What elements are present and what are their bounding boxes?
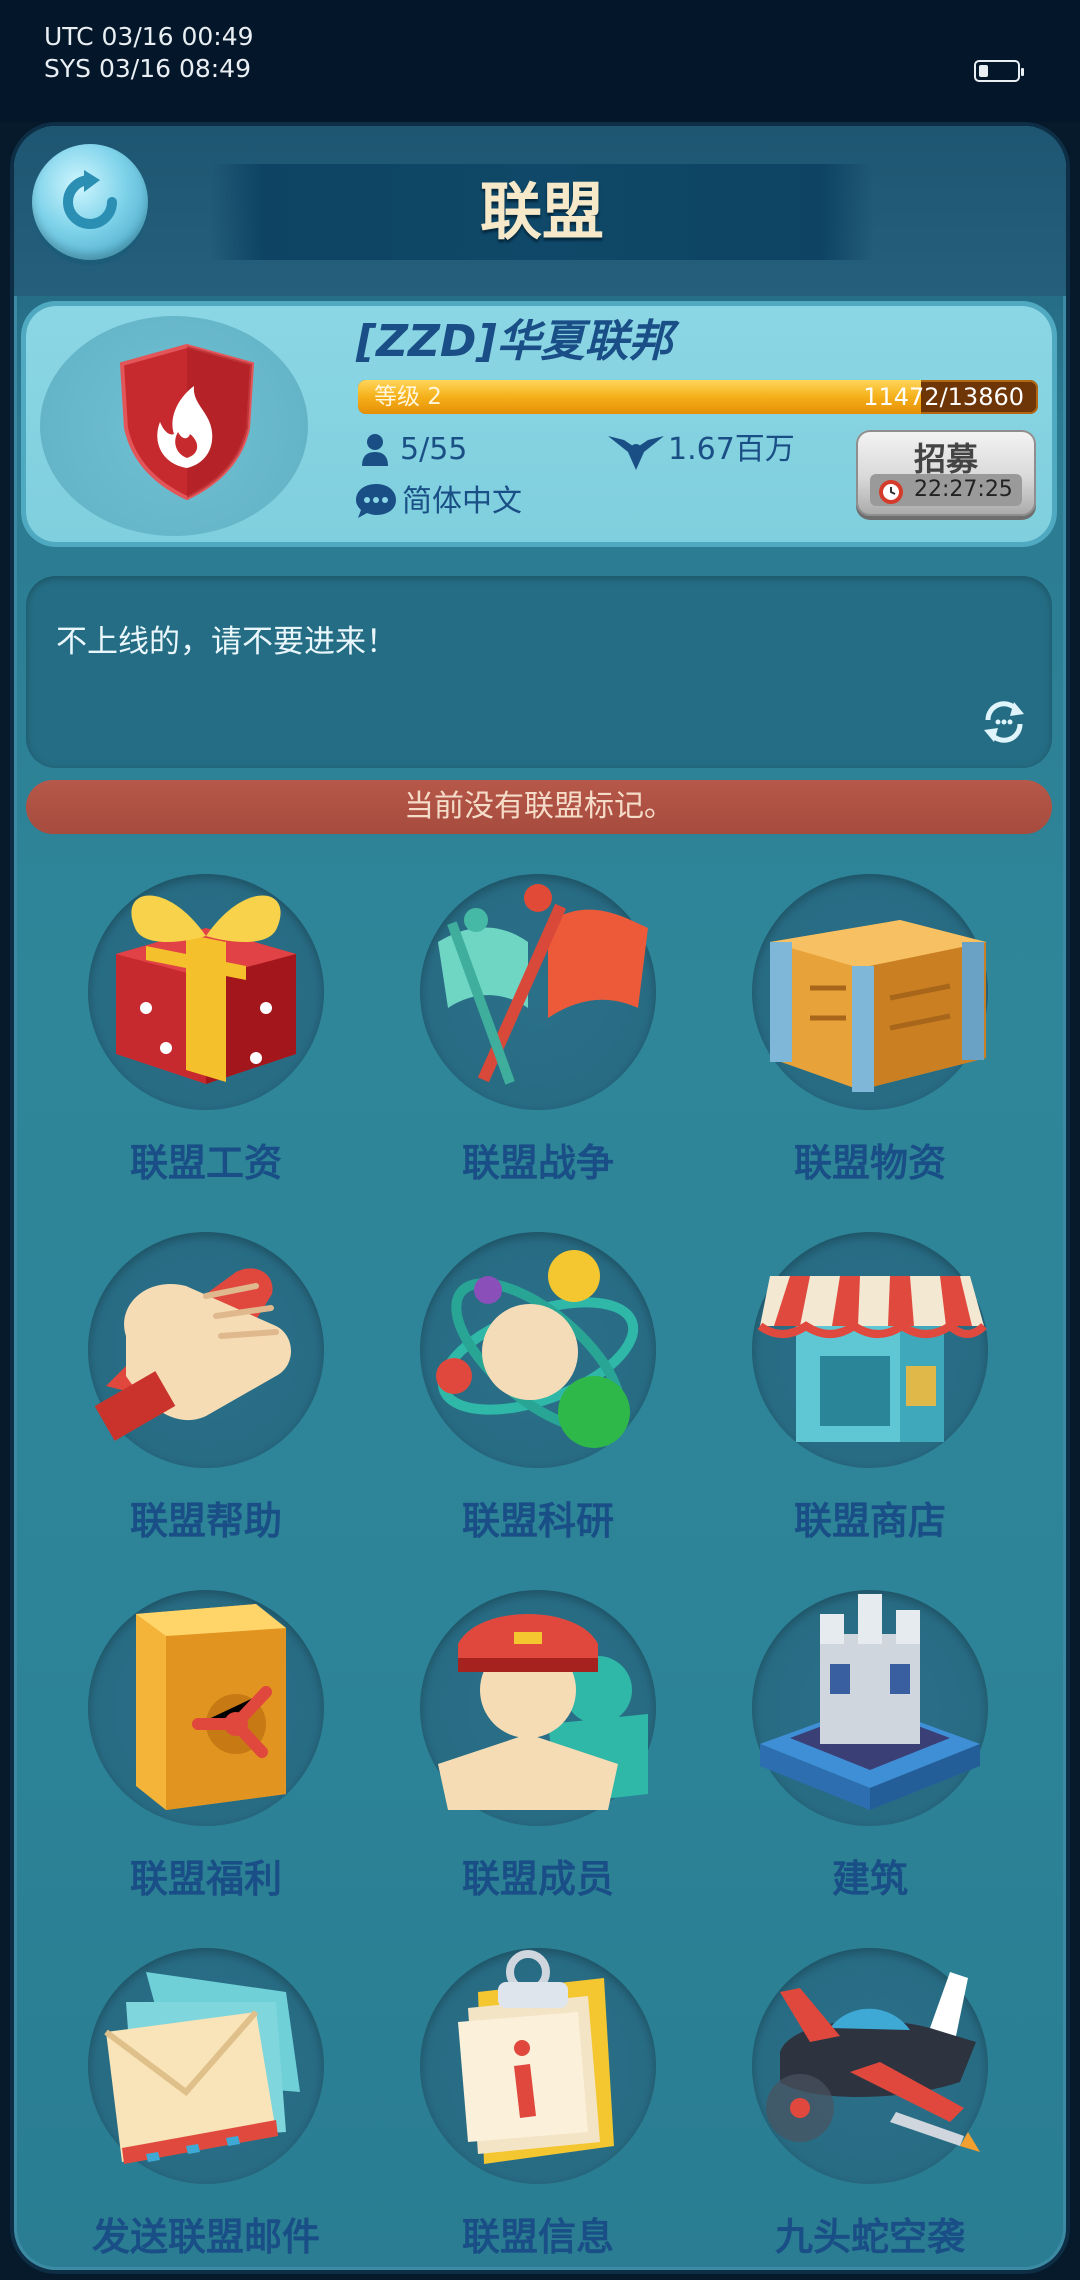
- flame-shield-icon: [119, 343, 255, 501]
- alarm-clock-icon: [879, 480, 903, 504]
- members-icon: [438, 1614, 648, 1810]
- alliance-tag: [ZZD]: [356, 316, 497, 367]
- sys-clock: SYS 03/16 08:49: [44, 54, 251, 83]
- menu-alliance-supplies[interactable]: 联盟物资: [720, 870, 1020, 1200]
- alliance-power: 1.67百万: [668, 432, 795, 467]
- menu-label: 联盟战争: [461, 1141, 614, 1185]
- menu-send-alliance-mail[interactable]: 发送联盟邮件: [56, 1944, 356, 2270]
- mail-icon: [104, 1972, 300, 2164]
- recruit-timer: 22:27:25: [914, 477, 1013, 502]
- menu-label: 发送联盟邮件: [91, 2215, 320, 2259]
- menu-alliance-salary[interactable]: 联盟工资: [56, 870, 356, 1200]
- recruit-button[interactable]: 招募 22:27:25: [856, 430, 1036, 516]
- menu-alliance-help[interactable]: 联盟帮助: [56, 1228, 356, 1558]
- safe-icon: [136, 1604, 286, 1810]
- menu-alliance-welfare[interactable]: 联盟福利: [56, 1586, 356, 1916]
- menu-label: 联盟信息: [461, 2215, 614, 2259]
- handshake-icon: [94, 1268, 291, 1441]
- menu-label: 建筑: [831, 1857, 908, 1901]
- person-icon: [362, 434, 388, 466]
- alliance-info-card: [ZZD]华夏联邦 等级 2 11472/13860 5/55 1.67百万 简…: [26, 306, 1052, 542]
- menu-label: 联盟商店: [793, 1499, 946, 1543]
- menu-alliance-research[interactable]: 联盟科研: [388, 1228, 688, 1558]
- menu-label: 联盟帮助: [129, 1499, 282, 1543]
- menu-label: 联盟福利: [129, 1857, 282, 1901]
- translate-refresh-icon[interactable]: [978, 698, 1030, 746]
- menu-alliance-shop[interactable]: 联盟商店: [720, 1228, 1020, 1558]
- eagle-power-icon: [608, 436, 664, 470]
- status-bar: UTC 03/16 00:49 SYS 03/16 08:49: [0, 0, 1080, 122]
- alliance-panel: 联盟 [ZZD]华夏联邦 等级 2 11472/13860 5/55 1.67百…: [14, 126, 1066, 2270]
- air-raid-plane-icon: [766, 1972, 980, 2152]
- atom-icon: [436, 1250, 639, 1448]
- shop-icon: [757, 1276, 987, 1442]
- announcement-text: 不上线的，请不要进来！: [56, 624, 397, 660]
- alliance-name-text: 华夏联邦: [496, 316, 673, 367]
- info-clipboard-icon: [458, 1950, 614, 2164]
- level-label: 等级 2: [374, 384, 442, 410]
- menu-alliance-info[interactable]: 联盟信息: [388, 1944, 688, 2270]
- level-progress-fill: [358, 380, 921, 414]
- chat-bubble-icon: [356, 484, 396, 518]
- menu-alliance-members[interactable]: 联盟成员: [388, 1586, 688, 1916]
- member-count: 5/55: [400, 432, 468, 467]
- alliance-mark-banner: 当前没有联盟标记。: [26, 780, 1052, 834]
- alliance-name: [ZZD]华夏联邦: [356, 312, 673, 372]
- gift-box-icon: [116, 895, 296, 1084]
- war-flags-icon: [438, 884, 648, 1085]
- menu-hydra-air-raid[interactable]: 九头蛇空袭: [720, 1944, 1020, 2270]
- alliance-language: 简体中文: [402, 484, 522, 519]
- menu-label: 联盟物资: [793, 1141, 946, 1185]
- menu-alliance-war[interactable]: 联盟战争: [388, 870, 688, 1200]
- level-progress-bar: 等级 2 11472/13860: [358, 380, 1038, 414]
- menu-label: 联盟成员: [461, 1857, 614, 1901]
- announcement-box: 不上线的，请不要进来！: [26, 576, 1052, 768]
- menu-label: 联盟科研: [461, 1499, 614, 1543]
- menu-buildings[interactable]: 建筑: [720, 1586, 1020, 1916]
- level-progress-text: 11472/13860: [863, 383, 1024, 411]
- back-arrow-icon: [63, 170, 117, 229]
- supply-crate-icon: [770, 920, 986, 1092]
- fortress-icon: [760, 1594, 980, 1810]
- header: 联盟: [14, 126, 1066, 296]
- utc-clock: UTC 03/16 00:49: [44, 22, 254, 51]
- menu-label: 联盟工资: [129, 1141, 282, 1185]
- back-button[interactable]: [32, 144, 148, 260]
- battery-icon: [974, 60, 1024, 82]
- menu-label: 九头蛇空袭: [774, 2215, 965, 2259]
- page-title: 联盟: [479, 175, 604, 248]
